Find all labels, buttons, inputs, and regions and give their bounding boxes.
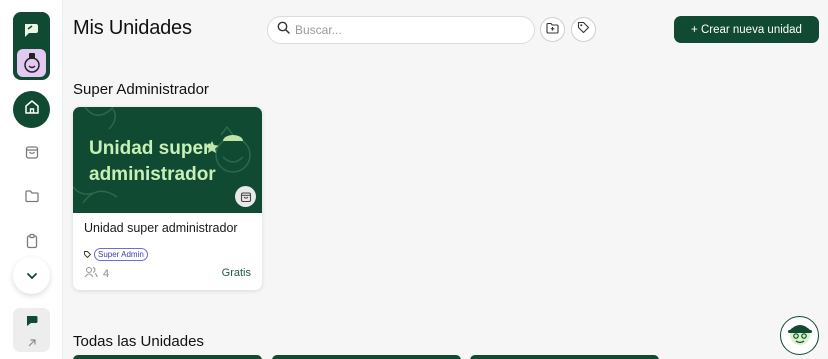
- unit-card-price: Gratis: [221, 267, 251, 279]
- sidebar: [0, 0, 63, 359]
- unit-card-tags: Super Admin: [84, 245, 148, 263]
- nav-shop[interactable]: [13, 136, 50, 173]
- unit-card-banner: Unidad super administrador: [73, 107, 262, 213]
- section-title-super-admin: Super Administrador: [73, 81, 209, 98]
- search-bar[interactable]: [267, 16, 535, 44]
- chat-bubble-icon: [25, 314, 39, 332]
- users-icon: [84, 266, 98, 281]
- open-app-card[interactable]: [13, 308, 50, 352]
- nav-home[interactable]: [13, 91, 50, 128]
- search-icon: [277, 21, 290, 39]
- unit-card-banner-text: Unidad super administrador: [89, 138, 216, 185]
- clipboard-icon: [24, 233, 40, 254]
- chat-bubble-icon: [21, 21, 41, 44]
- unit-card-title: Unidad super administrador: [84, 221, 238, 235]
- folder-plus-icon: [546, 21, 559, 39]
- sidebar-expand-button[interactable]: [13, 257, 50, 294]
- unit-card[interactable]: Unidad super administrador Unidad super …: [73, 107, 262, 290]
- search-input[interactable]: [295, 23, 515, 37]
- folder-icon: [24, 188, 40, 209]
- unit-card-members: 4: [84, 266, 109, 281]
- nav-folder[interactable]: [13, 180, 50, 217]
- chevron-down-icon: [26, 267, 38, 285]
- tag-icon: [577, 21, 590, 39]
- section-title-all-units: Todas las Unidades: [73, 333, 204, 350]
- shopping-bag-icon: [24, 144, 40, 165]
- add-folder-button[interactable]: [540, 17, 565, 42]
- arrow-up-right-icon: [27, 335, 37, 353]
- person-avatar-icon[interactable]: [17, 49, 46, 77]
- unit-card-preview[interactable]: [73, 355, 262, 359]
- home-icon: [24, 99, 40, 120]
- tag-icon: [84, 245, 92, 263]
- workspace-card[interactable]: [13, 12, 50, 80]
- shopping-bag-icon: [235, 186, 256, 207]
- page-title: Mis Unidades: [73, 17, 192, 39]
- unit-card-preview[interactable]: [272, 355, 461, 359]
- status-badge: Super Admin: [94, 247, 148, 261]
- unit-card-preview[interactable]: [470, 355, 659, 359]
- support-avatar-icon: [783, 317, 817, 354]
- members-count: 4: [103, 267, 110, 280]
- help-button[interactable]: [780, 316, 819, 355]
- create-unit-button[interactable]: + Crear nueva unidad: [674, 16, 819, 43]
- tags-button[interactable]: [571, 17, 596, 42]
